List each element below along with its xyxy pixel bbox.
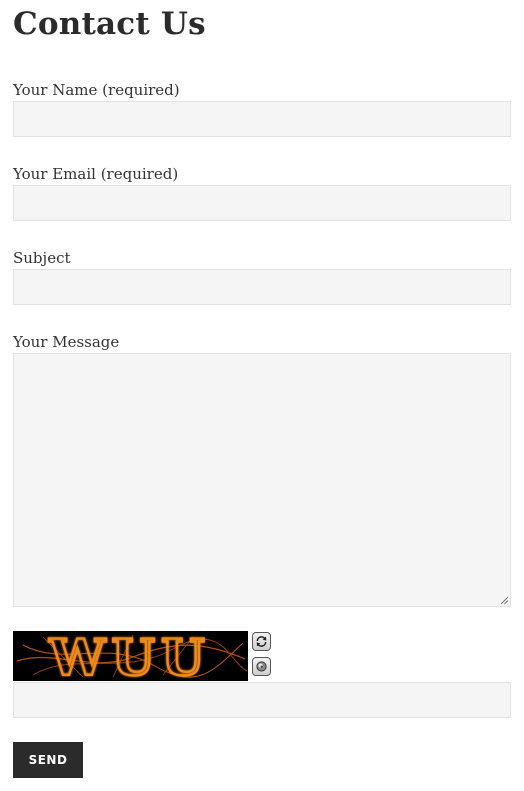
captcha-refresh-button[interactable]: [252, 632, 271, 651]
refresh-icon: [256, 636, 267, 647]
subject-label: Subject: [13, 249, 71, 267]
name-field[interactable]: [13, 101, 511, 137]
captcha-answer-field[interactable]: [13, 682, 511, 718]
email-field[interactable]: [13, 185, 511, 221]
name-label: Your Name (required): [13, 81, 180, 99]
send-button[interactable]: SEND: [13, 742, 83, 778]
email-label: Your Email (required): [13, 165, 179, 183]
captcha-graphic: WUU: [13, 631, 248, 681]
captcha-audio-button[interactable]: [252, 657, 271, 676]
captcha-image: WUU: [13, 631, 248, 681]
captcha-text: WUU: [48, 631, 210, 681]
resize-grip-icon[interactable]: [499, 595, 509, 605]
page-title: Contact Us: [13, 6, 206, 42]
subject-field[interactable]: [13, 269, 511, 305]
message-field[interactable]: [13, 353, 511, 607]
speaker-icon: [256, 661, 267, 672]
message-label: Your Message: [13, 333, 120, 351]
